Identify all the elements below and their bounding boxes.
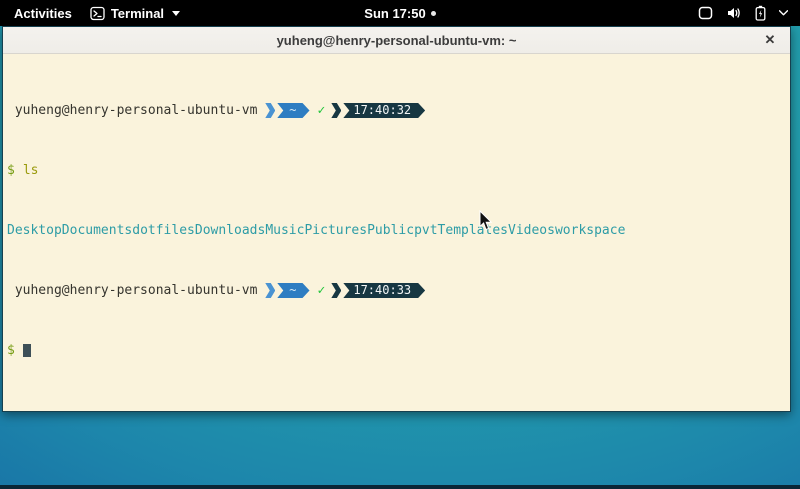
input-line: $ <box>7 343 790 358</box>
directory-listing: Desktop Documents dotfiles Downloads Mus… <box>7 223 790 238</box>
prompt-symbol: $ <box>7 343 15 358</box>
dir-entry: Downloads <box>195 223 265 238</box>
command-text: ls <box>23 163 39 178</box>
battery-charging-icon <box>755 5 766 21</box>
window-title: yuheng@henry-personal-ubuntu-vm: ~ <box>277 33 517 48</box>
command-line: $ ls <box>7 163 790 178</box>
powerline-chevron-icon <box>331 103 341 118</box>
close-icon: ✕ <box>765 32 776 48</box>
dir-entry: Pictures <box>304 223 367 238</box>
system-status-menu[interactable] <box>698 5 800 21</box>
dir-entry: dotfiles <box>132 223 195 238</box>
clock-button[interactable]: Sun 17:50 <box>364 6 435 21</box>
status-check-icon: ✓ <box>318 103 326 118</box>
prompt-user-host: yuheng@henry-personal-ubuntu-vm <box>7 103 265 118</box>
cwd-label: ~ <box>289 103 296 117</box>
terminal-window: yuheng@henry-personal-ubuntu-vm: ~ ✕ yuh… <box>2 26 791 412</box>
powerline-chevron-icon <box>331 283 341 298</box>
dir-entry: Videos <box>508 223 555 238</box>
time-label: 17:40:33 <box>353 283 411 297</box>
app-menu-label: Terminal <box>111 6 164 21</box>
powerline-chevron-icon <box>265 283 275 298</box>
dir-entry: pvt <box>414 223 437 238</box>
dir-entry: Music <box>265 223 304 238</box>
screen-bottom-edge <box>0 485 800 489</box>
time-segment: 17:40:33 <box>343 283 425 298</box>
activities-button[interactable]: Activities <box>10 6 76 21</box>
cwd-label: ~ <box>289 283 296 297</box>
dir-entry: Templates <box>438 223 508 238</box>
time-segment: 17:40:32 <box>343 103 425 118</box>
cwd-segment: ~ <box>277 283 309 298</box>
gnome-top-bar: Activities Terminal Sun 17:50 <box>0 0 800 26</box>
topbar-left: Activities Terminal <box>0 6 180 21</box>
time-label: 17:40:32 <box>353 103 411 117</box>
prompt-line: yuheng@henry-personal-ubuntu-vm ~ ✓ 17:4… <box>7 103 790 118</box>
prompt-symbol: $ <box>7 163 15 178</box>
prompt-line: yuheng@henry-personal-ubuntu-vm ~ ✓ 17:4… <box>7 283 790 298</box>
prompt-user-host: yuheng@henry-personal-ubuntu-vm <box>7 283 265 298</box>
powerline-chevron-icon <box>265 103 275 118</box>
window-titlebar[interactable]: yuheng@henry-personal-ubuntu-vm: ~ ✕ <box>3 27 790 54</box>
terminal-icon <box>90 6 105 21</box>
dir-entry: workspace <box>555 223 625 238</box>
dir-entry: Public <box>367 223 414 238</box>
screen-share-icon <box>698 6 713 20</box>
chevron-down-icon <box>172 11 180 16</box>
volume-icon <box>726 6 742 20</box>
terminal-screen[interactable]: yuheng@henry-personal-ubuntu-vm ~ ✓ 17:4… <box>3 54 790 411</box>
cwd-segment: ~ <box>277 103 309 118</box>
chevron-down-icon <box>779 10 788 16</box>
close-button[interactable]: ✕ <box>760 30 780 50</box>
notification-dot-icon <box>431 11 436 16</box>
dir-entry: Documents <box>62 223 132 238</box>
app-menu-button[interactable]: Terminal <box>90 6 180 21</box>
dir-entry: Desktop <box>7 223 62 238</box>
clock-label: Sun 17:50 <box>364 6 425 21</box>
text-cursor <box>23 344 31 357</box>
status-check-icon: ✓ <box>318 283 326 298</box>
